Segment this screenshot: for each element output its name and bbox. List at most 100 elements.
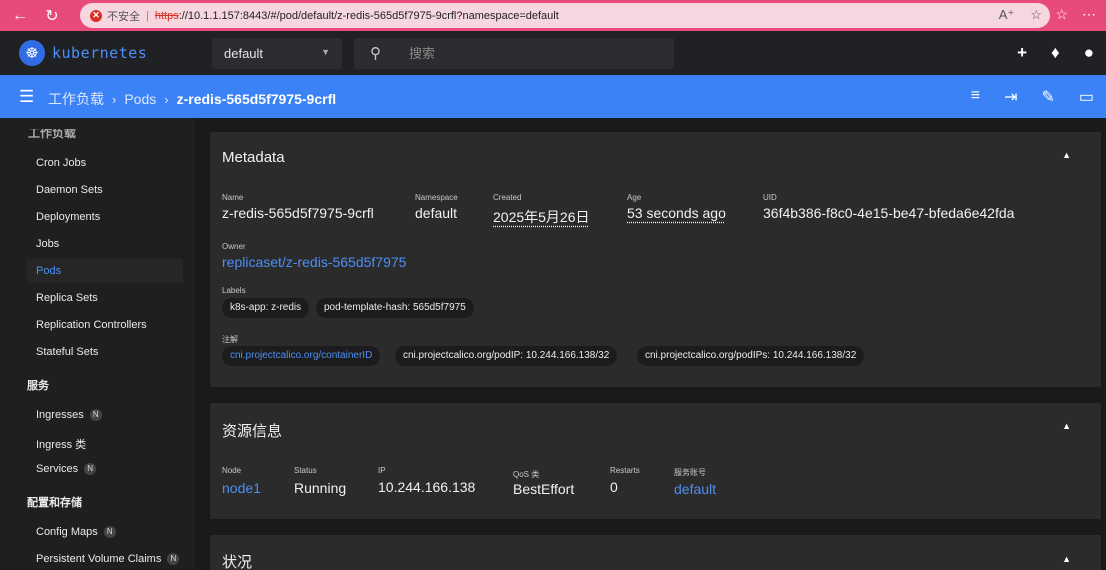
sidebar-item-replication-controllers[interactable]: Replication Controllers	[36, 319, 147, 331]
sidebar-item-ingress-class[interactable]: Ingress 类	[36, 436, 86, 452]
sidebar-item-cron-jobs[interactable]: Cron Jobs	[36, 157, 86, 169]
sidebar-item-label: Config Maps	[36, 526, 98, 538]
menu-icon[interactable]: ☰	[19, 87, 34, 107]
labels-label: Labels	[222, 286, 246, 295]
more-icon[interactable]: ⋯	[1082, 6, 1096, 23]
breadcrumb-workloads[interactable]: 工作负载	[48, 89, 104, 109]
ip-value: 10.244.166.138	[378, 479, 476, 495]
search-input[interactable]	[409, 44, 659, 62]
sidebar-item-label: Ingresses	[36, 409, 84, 421]
status-value: Running	[294, 480, 347, 496]
resource-info-card: 资源信息 ▲ Node node1 Status Running IP 10.2…	[210, 403, 1101, 519]
annotation-chip[interactable]: cni.projectcalico.org/containerID	[222, 346, 381, 366]
browser-toolbar: ← ↻ ✕ 不安全 | https://10.1.1.157:8443/#/po…	[0, 0, 1106, 31]
breadcrumb: 工作负载 › Pods › z-redis-565d5f7975-9crfl	[48, 89, 336, 109]
breadcrumb-current: z-redis-565d5f7975-9crfl	[176, 91, 337, 107]
sidebar-section-config[interactable]: 配置和存储	[27, 494, 82, 510]
search-icon: ⚲	[370, 45, 381, 62]
annotations-label: 注解	[222, 335, 238, 344]
chevron-right-icon: ›	[164, 91, 169, 107]
namespace-label: Namespace	[415, 193, 458, 202]
ip-label: IP	[378, 466, 386, 475]
pod-name: z-redis-565d5f7975-9crfl	[222, 205, 374, 221]
sidebar-section-services[interactable]: 服务	[27, 377, 49, 393]
delete-icon[interactable]: ▭	[1079, 87, 1094, 107]
restarts-label: Restarts	[610, 466, 640, 475]
collapse-caret-icon[interactable]: ▲	[1062, 421, 1071, 431]
status-label: Status	[294, 466, 317, 475]
namespace-select[interactable]: default ▼	[212, 38, 342, 69]
notifications-bell-icon[interactable]: ♦	[1051, 43, 1060, 63]
node-label: Node	[222, 466, 242, 475]
edit-icon[interactable]: ✎	[1041, 87, 1054, 107]
sidebar-item-config-maps[interactable]: Config Maps N	[36, 526, 116, 539]
service-account-link[interactable]: default	[674, 481, 716, 497]
sidebar-item-stateful-sets[interactable]: Stateful Sets	[36, 346, 98, 358]
sidebar-item-label: Persistent Volume Claims	[36, 553, 162, 565]
page-toolbar: ☰ 工作负载 › Pods › z-redis-565d5f7975-9crfl…	[0, 75, 1106, 118]
exec-icon[interactable]: ⇥	[1004, 87, 1017, 107]
conditions-card: 状况 ▲	[210, 535, 1101, 570]
created-value: 2025年5月26日	[493, 209, 590, 225]
sidebar-item-daemon-sets[interactable]: Daemon Sets	[36, 184, 103, 196]
sidebar-item-deployments[interactable]: Deployments	[36, 211, 100, 223]
new-badge: N	[103, 526, 116, 539]
search-box: ⚲	[354, 38, 674, 69]
annotation-chip: cni.projectcalico.org/podIPs: 10.244.166…	[637, 346, 865, 366]
label-chip: pod-template-hash: 565d5f7975	[316, 298, 474, 318]
restarts-value: 0	[610, 479, 618, 495]
account-icon[interactable]: ●	[1084, 43, 1094, 63]
uid-value: 36f4b386-f8c0-4e15-be47-bfeda6e42fda	[763, 205, 1015, 221]
sidebar-item-jobs[interactable]: Jobs	[36, 238, 59, 250]
favorite-star-icon[interactable]: ☆	[1030, 7, 1042, 23]
read-aloud-icon[interactable]: A⁺	[999, 7, 1015, 23]
refresh-icon[interactable]: ↻	[40, 4, 64, 28]
insecure-icon: ✕	[90, 9, 102, 22]
qos-value: BestEffort	[513, 481, 575, 497]
security-text: 不安全	[107, 10, 140, 23]
qos-label: QoS 类	[513, 470, 540, 479]
address-bar[interactable]: ✕ 不安全 | https://10.1.1.157:8443/#/pod/de…	[80, 3, 1050, 28]
sidebar-item-replica-sets[interactable]: Replica Sets	[36, 292, 98, 304]
favorites-icon[interactable]: ☆	[1055, 6, 1068, 23]
collapse-caret-icon[interactable]: ▲	[1062, 554, 1071, 564]
breadcrumb-pods[interactable]: Pods	[124, 91, 156, 107]
owner-link[interactable]: replicaset/z-redis-565d5f7975	[222, 254, 406, 270]
metadata-card: Metadata ▲ Name z-redis-565d5f7975-9crfl…	[210, 132, 1101, 387]
app-header: ☸ kubernetes default ▼ ⚲ + ♦ ●	[0, 31, 1106, 75]
address-separator: |	[146, 9, 149, 22]
chevron-right-icon: ›	[112, 91, 117, 107]
back-icon[interactable]: ←	[8, 4, 32, 28]
metadata-title: Metadata	[222, 149, 285, 166]
url-text: ://10.1.1.157:8443/#/pod/default/z-redis…	[178, 9, 559, 22]
sidebar-section-workloads[interactable]: 工作负载	[28, 129, 76, 141]
add-icon[interactable]: +	[1017, 43, 1027, 63]
sidebar-item-label: Services	[36, 463, 79, 475]
sidebar: 工作负载 Cron Jobs Daemon Sets Deployments J…	[0, 118, 195, 570]
logs-icon[interactable]: ≡	[971, 87, 980, 107]
main-content: Metadata ▲ Name z-redis-565d5f7975-9crfl…	[195, 118, 1106, 570]
namespace-value: default	[224, 46, 264, 61]
sidebar-item-pods[interactable]: Pods	[36, 265, 61, 277]
sidebar-item-ingresses[interactable]: Ingresses N	[36, 409, 102, 422]
new-badge: N	[84, 463, 97, 476]
sidebar-item-services[interactable]: Services N	[36, 463, 97, 476]
label-chip: k8s-app: z-redis	[222, 298, 310, 318]
node-link[interactable]: node1	[222, 480, 261, 496]
resource-info-title: 资源信息	[222, 423, 283, 440]
age-label: Age	[627, 193, 642, 202]
sidebar-item-pvc[interactable]: Persistent Volume Claims N	[36, 553, 180, 566]
kubernetes-logo-icon[interactable]: ☸	[19, 40, 45, 66]
annotation-chip: cni.projectcalico.org/podIP: 10.244.166.…	[395, 346, 618, 366]
conditions-title: 状况	[222, 554, 253, 570]
namespace-value: default	[415, 205, 458, 221]
url-scheme: https	[154, 9, 179, 22]
owner-label: Owner	[222, 242, 246, 251]
service-account-label: 服务账号	[674, 468, 706, 477]
created-label: Created	[493, 193, 522, 202]
uid-label: UID	[763, 193, 777, 202]
app-logo-text[interactable]: kubernetes	[52, 44, 147, 62]
age-value: 53 seconds ago	[627, 205, 726, 221]
collapse-caret-icon[interactable]: ▲	[1062, 150, 1071, 160]
caret-down-icon: ▼	[321, 47, 330, 57]
